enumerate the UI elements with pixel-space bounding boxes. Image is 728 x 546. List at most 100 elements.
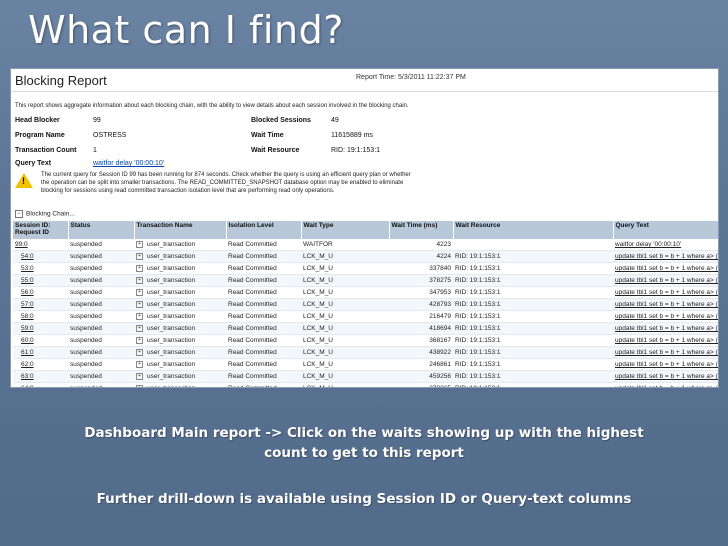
table-row: 57:0 suspended + user_transaction Read Commi… [13, 298, 718, 311]
session-id-link[interactable]: 61:0 [13, 346, 68, 359]
session-id-link[interactable]: 99:0 [13, 239, 68, 251]
col-wait-resource[interactable]: Wait Resource [453, 221, 614, 239]
wait-resource-value: RID: 19:1:153:1 [331, 147, 381, 154]
isolation-cell: Read Committed [226, 274, 301, 287]
isolation-cell: Read Committed [226, 322, 301, 335]
isolation-cell: Read Committed [226, 382, 301, 387]
transaction-name: user_transaction [147, 361, 196, 369]
blocking-chain-label: Blocking Chain... [26, 210, 75, 218]
status-cell: suspended [68, 346, 134, 359]
expand-icon[interactable]: + [136, 252, 143, 260]
transaction-name: user_transaction [147, 337, 196, 345]
warning-line-1: The current query for Session ID 99 has … [41, 172, 411, 178]
col-transaction-name[interactable]: Transaction Name [134, 221, 227, 239]
query-text-link[interactable]: update tbl1 set b = b + 1 where a> (( [613, 286, 718, 299]
wait-time-cell: 378275 [389, 274, 453, 287]
col-wait-time[interactable]: Wait Time (ms) [389, 221, 454, 239]
slide-title: What can I find? [28, 8, 344, 52]
col-isolation-level[interactable]: Isolation Level [226, 221, 302, 239]
expand-icon[interactable]: + [136, 276, 143, 284]
report-header: Blocking Report Report Time: 5/3/2011 11… [11, 69, 718, 92]
expand-icon[interactable]: + [136, 240, 143, 248]
query-text-link[interactable]: update tbl1 set b = b + 1 where a> (( [613, 310, 718, 323]
col-session-id[interactable]: Session ID: Request ID [13, 221, 69, 239]
query-text-link[interactable]: update tbl1 set b = b + 1 where a> (( [613, 322, 718, 335]
transaction-name: user_transaction [147, 313, 196, 321]
report-description: This report shows aggregate information … [15, 103, 409, 109]
wait-resource-cell: RID: 19:1:153:1 [453, 262, 613, 275]
expand-icon[interactable]: + [136, 312, 143, 320]
blocking-chain-table: Session ID: Request ID Status Transactio… [13, 221, 718, 387]
wait-time-value: 11615889 ms [331, 132, 373, 139]
query-text-link[interactable]: update tbl1 set b = b + 1 where a> (( [613, 346, 718, 359]
query-text-link[interactable]: update tbl1 set b = b + 1 where a> (( [613, 262, 718, 275]
report-title: Blocking Report [15, 73, 107, 88]
status-cell: suspended [68, 382, 134, 387]
expand-icon[interactable]: + [136, 300, 143, 308]
transaction-cell: + user_transaction [134, 346, 226, 359]
expand-icon[interactable]: + [136, 384, 143, 387]
session-id-link[interactable]: 54:0 [13, 250, 68, 263]
session-id-link[interactable]: 58:0 [13, 310, 68, 323]
transaction-name: user_transaction [147, 265, 196, 273]
query-text-link[interactable]: update tbl1 set b = b + 1 where a> (( [613, 298, 718, 311]
session-id-link[interactable]: 53:0 [13, 262, 68, 275]
status-cell: suspended [68, 334, 134, 347]
query-text-link[interactable]: waitfor delay '00:00:10' [613, 239, 718, 251]
wait-time-cell: 438922 [389, 346, 453, 359]
wait-type-cell: LCK_M_U [301, 370, 389, 383]
wait-type-cell: LCK_M_U [301, 286, 389, 299]
status-cell: suspended [68, 370, 134, 383]
query-text-label: Query Text [15, 160, 52, 167]
query-text-link[interactable]: update tbl1 set b = b + 1 where a> (( [613, 358, 718, 371]
query-text-link[interactable]: waitfor delay '00:00:10' [93, 160, 164, 167]
expand-icon[interactable]: + [136, 360, 143, 368]
query-text-link[interactable]: update tbl1 set b = b + 1 where a> (( [613, 370, 718, 383]
session-id-link[interactable]: 55:0 [13, 274, 68, 287]
query-text-link[interactable]: update tbl1 set b = b + 1 where a> (( [613, 382, 718, 387]
wait-time-cell: 428793 [389, 298, 453, 311]
transaction-cell: + user_transaction [134, 358, 226, 371]
program-name-value: OSTRESS [93, 132, 127, 139]
head-blocker-value: 99 [93, 117, 101, 124]
table-row: 55:0 suspended + user_transaction Read Commi… [13, 274, 718, 287]
session-id-link[interactable]: 60:0 [13, 334, 68, 347]
wait-time-cell: 337840 [389, 262, 453, 275]
wait-resource-cell: RID: 19:1:153:1 [453, 286, 613, 299]
status-cell: suspended [68, 274, 134, 287]
session-id-link[interactable]: 57:0 [13, 298, 68, 311]
col-query-text[interactable]: Query Text [613, 221, 718, 239]
expand-icon[interactable]: + [136, 348, 143, 356]
blocking-chain-toggle[interactable]: − Blocking Chain... [15, 210, 75, 218]
transaction-name: user_transaction [147, 277, 196, 285]
status-cell: suspended [68, 250, 134, 263]
session-id-link[interactable]: 56:0 [13, 286, 68, 299]
wait-resource-label: Wait Resource [251, 147, 300, 154]
collapse-icon[interactable]: − [15, 210, 23, 218]
col-status[interactable]: Status [68, 221, 135, 239]
expand-icon[interactable]: + [136, 288, 143, 296]
expand-icon[interactable]: + [136, 372, 143, 380]
table-row: 64:0suspended+ user_transaction Read Commi… [13, 382, 718, 387]
warning-line-2: the operation can be split into smaller … [41, 180, 404, 186]
query-text-link[interactable]: update tbl1 set b = b + 1 where a> (( [613, 274, 718, 287]
query-text-link[interactable]: update tbl1 set b = b + 1 where a> (( [613, 334, 718, 347]
query-text-link[interactable]: update tbl1 set b = b + 1 where a> (( [613, 250, 718, 263]
transaction-cell: + user_transaction [134, 274, 226, 287]
expand-icon[interactable]: + [136, 336, 143, 344]
expand-icon[interactable]: + [136, 264, 143, 272]
wait-resource-cell: RID: 19:1:153:1 [453, 334, 613, 347]
session-id-link[interactable]: 59:0 [13, 322, 68, 335]
col-wait-type[interactable]: Wait Type [301, 221, 390, 239]
wait-type-cell: LCK_M_U [301, 382, 389, 387]
session-id-link[interactable]: 63:0 [13, 370, 68, 383]
session-id-link[interactable]: 64:0 [13, 382, 68, 387]
expand-icon[interactable]: + [136, 324, 143, 332]
session-id-link[interactable]: 62:0 [13, 358, 68, 371]
wait-type-cell: LCK_M_U [301, 262, 389, 275]
table-row: 60:0 suspended + user_transaction Read Commi… [13, 334, 718, 347]
wait-type-cell: LCK_M_U [301, 346, 389, 359]
wait-resource-cell: RID: 19:1:153:1 [453, 298, 613, 311]
wait-resource-cell: RID: 19:1:153:1 [453, 274, 613, 287]
wait-time-cell: 368167 [389, 334, 453, 347]
